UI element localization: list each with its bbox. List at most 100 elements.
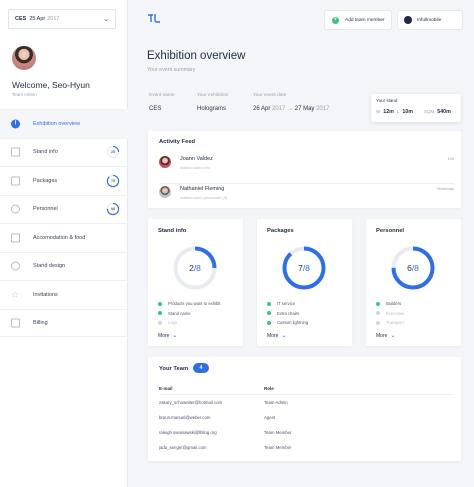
sidebar-item-packages[interactable]: Packages 7/8 xyxy=(0,166,128,195)
packages-card: Packages 7/8 IT service Extra chairs Cus… xyxy=(257,219,352,346)
app: CES 25 Apr 2017 ⌄ Welcome, Seo-Hyun Team… xyxy=(0,0,474,487)
table-row[interactable]: braun.manuel@weber.com Agent xyxy=(159,415,454,424)
sidebar-item-accomodation[interactable]: Accomodation & food xyxy=(0,223,128,252)
status-dot-icon xyxy=(158,320,162,325)
star-icon: ☆ xyxy=(11,289,20,300)
stand-info-card: Stand info 2/8 Products you want to exhi… xyxy=(148,219,243,346)
summary-event-name: Event name CES xyxy=(149,93,175,112)
team-table: Your Team 4 E-mail Role zakary_schowalte… xyxy=(148,357,461,461)
item-text: IT service xyxy=(277,301,296,307)
checklist: Builders Executive Transport xyxy=(376,299,404,328)
arrow-right-icon: → xyxy=(287,106,294,112)
status-dot-icon xyxy=(267,311,271,316)
add-team-member-button[interactable]: + Add team member xyxy=(324,10,392,30)
email-cell: jada_senger@gmail.com xyxy=(159,445,207,450)
item-text: Custom lightning xyxy=(277,320,309,326)
more-label: More xyxy=(267,332,279,339)
item-text: Builders xyxy=(386,301,402,307)
activity-desc: Added stand personnel (2) xyxy=(180,195,228,200)
checklist: Products you want to exhibit Stand name … xyxy=(158,299,220,328)
chevron-down-icon: ⌄ xyxy=(103,15,109,23)
user-role: Team Admin xyxy=(12,92,37,97)
people-icon xyxy=(11,204,20,214)
sidebar-item-exhibition-overview[interactable]: i Exhibition overview xyxy=(0,109,128,138)
more-button[interactable]: More ⌄ xyxy=(376,332,396,340)
checklist-item: Extra chairs xyxy=(267,309,308,319)
activity-item[interactable]: Nathaniel Fleming Added stand personnel … xyxy=(159,183,454,207)
sidebar-item-personnel[interactable]: Personnel 6/8 xyxy=(0,194,128,224)
item-text: Products you want to exhibit xyxy=(168,301,221,307)
more-button[interactable]: More ⌄ xyxy=(267,332,286,340)
sidebar-item-label: Invitations xyxy=(33,291,58,298)
count-badge: 4 xyxy=(193,363,209,373)
table-row[interactable]: raleigh.swaniawski@lbling.org Team Member xyxy=(159,430,454,439)
progress-label: 2/8 xyxy=(111,150,116,154)
status-dot-icon xyxy=(267,320,271,325)
user-menu[interactable]: Infullmobile xyxy=(397,10,463,30)
sidebar-item-label: Stand design xyxy=(33,263,66,270)
sqm-value: 540m xyxy=(437,109,451,115)
table-row[interactable]: jada_senger@gmail.com Team Member xyxy=(159,445,454,454)
summary-value: CES xyxy=(149,106,162,112)
sidebar-item-label: Stand info xyxy=(33,149,58,156)
checklist-item: Builders xyxy=(376,299,404,309)
summary-value: Holograms xyxy=(197,106,227,112)
stand-label: Your stand xyxy=(376,98,398,103)
column-header-role: Role xyxy=(264,386,274,391)
activity-title: Activity Feed xyxy=(159,139,196,145)
document-icon xyxy=(11,318,20,328)
status-dot-icon xyxy=(376,320,380,325)
item-text: Extra chairs xyxy=(277,310,300,316)
sidebar-item-invitations[interactable]: ☆ Invitations xyxy=(0,280,128,309)
design-icon xyxy=(11,261,20,271)
email-cell: zakary_schowalter@hotmail.com xyxy=(159,400,223,405)
company-logo-icon xyxy=(404,16,412,24)
sidebar-item-label: Billing xyxy=(33,319,48,326)
progress-ratio: 6/8 xyxy=(389,244,437,292)
progress-ring: 7/8 xyxy=(106,174,120,187)
user-menu-label: Infullmobile xyxy=(417,17,442,23)
checklist-item: Logo xyxy=(158,318,220,328)
status-dot-icon xyxy=(158,301,162,306)
event-year: 2017 xyxy=(47,16,60,22)
chevron-down-icon: ⌄ xyxy=(172,333,178,339)
avatar xyxy=(159,156,171,168)
chevron-down-icon: ⌄ xyxy=(390,333,396,339)
summary-label: Your event date xyxy=(253,93,287,98)
role-cell: Team Member xyxy=(264,430,292,435)
sidebar-item-label: Personnel xyxy=(33,206,58,213)
sidebar-item-stand-info[interactable]: Stand info 2/8 xyxy=(0,137,128,167)
checklist-item: Products you want to exhibit xyxy=(158,299,220,309)
stand-dimensions: W 12m L 10m SQM 540m xyxy=(376,109,456,115)
sidebar-nav: i Exhibition overview Stand info 2/8 Pac… xyxy=(0,109,128,337)
item-text: Transport xyxy=(386,320,404,326)
add-team-member-label: Add team member xyxy=(345,17,385,23)
sidebar-item-label: Accomodation & food xyxy=(33,234,86,241)
checklist-item: IT service xyxy=(267,299,308,309)
info-icon: i xyxy=(11,119,20,129)
sidebar-item-stand-design[interactable]: Stand design xyxy=(0,251,128,281)
progress-ring: 6/8 xyxy=(106,203,120,216)
team-title: Your Team xyxy=(159,366,189,372)
event-date: 25 Apr xyxy=(29,16,46,22)
more-label: More xyxy=(376,332,388,339)
event-select[interactable]: CES 25 Apr 2017 ⌄ xyxy=(8,9,116,29)
sidebar-item-label: Exhibition overview xyxy=(33,120,81,127)
activity-item[interactable]: Joann Valdez Added stand info 13h xyxy=(159,153,454,177)
welcome-text: Welcome, Seo-Hyun xyxy=(12,80,90,90)
card-title: Packages xyxy=(267,228,294,234)
checklist-item: Custom lightning xyxy=(267,318,308,328)
checklist-item: Executive xyxy=(376,309,404,319)
item-text: Executive xyxy=(386,310,405,316)
email-cell: braun.manuel@weber.com xyxy=(159,415,211,420)
date-start: 26 Apr xyxy=(253,106,271,112)
activity-time: Yesterday xyxy=(436,186,454,191)
status-dot-icon xyxy=(267,301,271,306)
table-row[interactable]: zakary_schowalter@hotmail.com Team Admin xyxy=(159,400,454,409)
status-dot-icon xyxy=(376,301,380,306)
more-button[interactable]: More ⌄ xyxy=(158,332,178,340)
app-logo xyxy=(148,14,160,23)
summary-label: Event name xyxy=(149,93,175,98)
date-start-year: 2017 xyxy=(272,106,286,112)
sidebar-item-billing[interactable]: Billing xyxy=(0,308,128,337)
